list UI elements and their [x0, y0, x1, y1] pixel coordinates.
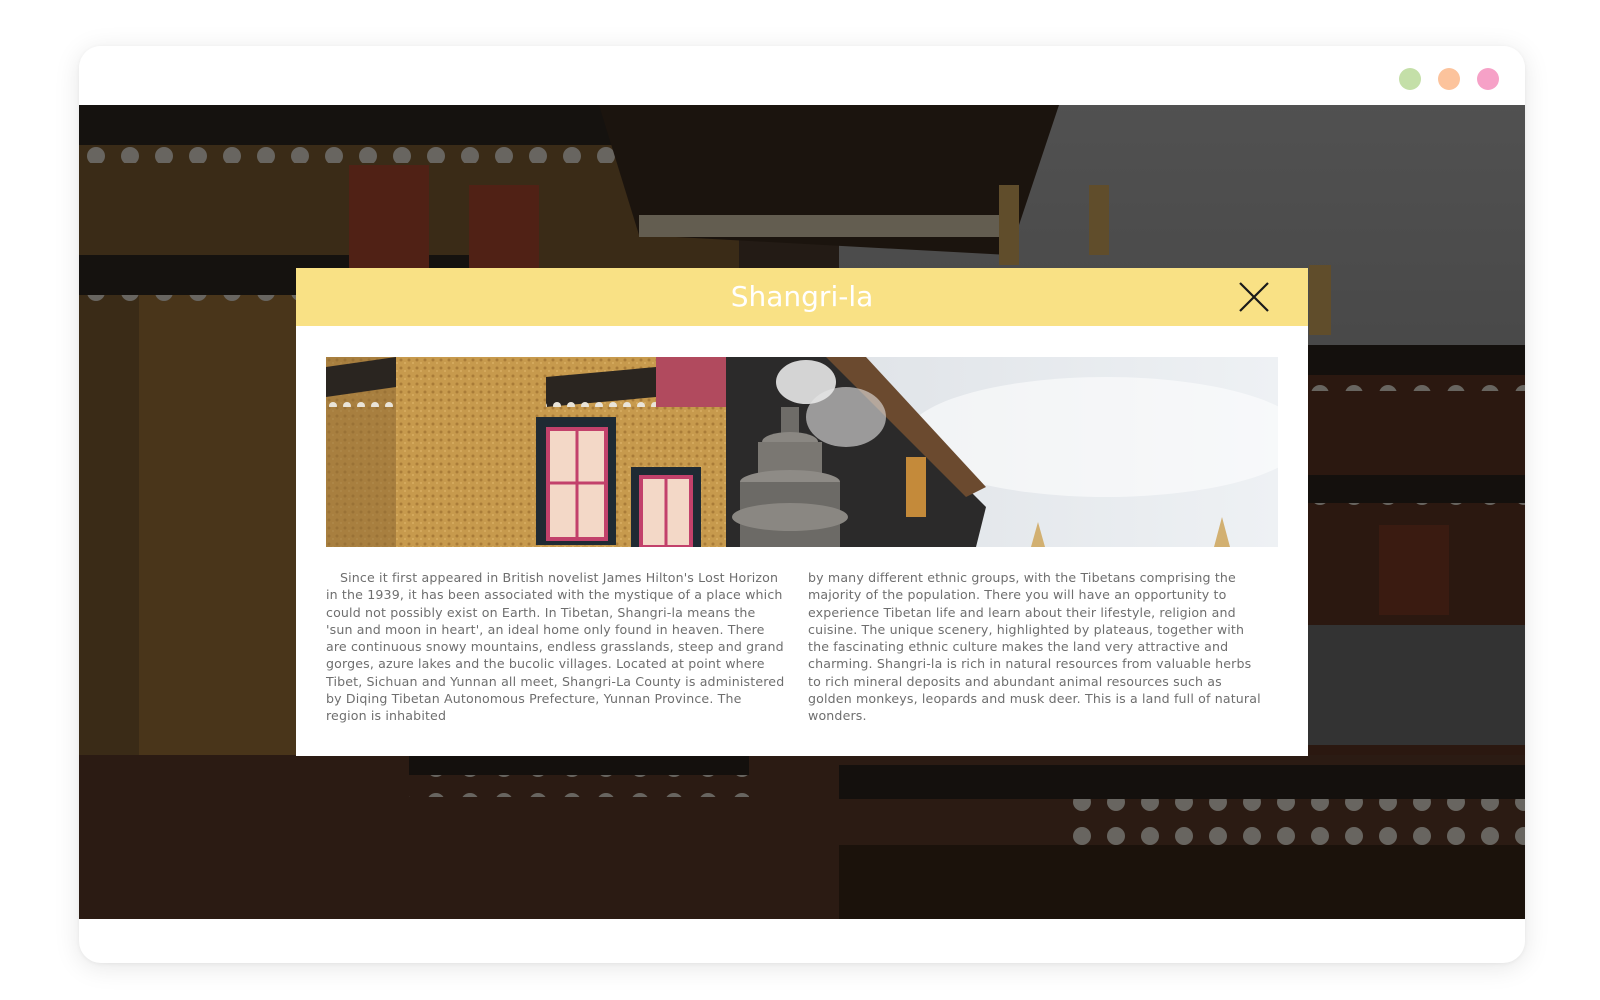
- description-right-column: by many different ethnic groups, with th…: [808, 570, 1261, 724]
- modal-title: Shangri-la: [730, 280, 874, 313]
- window-control-pink[interactable]: [1477, 68, 1499, 90]
- window-titlebar: [79, 46, 1525, 105]
- description-left-column: Since it first appeared in British novel…: [326, 570, 785, 724]
- window-control-green[interactable]: [1399, 68, 1421, 90]
- modal-header: Shangri-la: [296, 268, 1308, 326]
- window-control-orange[interactable]: [1438, 68, 1460, 90]
- close-button[interactable]: [1238, 281, 1270, 313]
- browser-window: Shangri-la Since it first appeared in Br…: [79, 46, 1525, 963]
- info-modal: Shangri-la Since it first appeared in Br…: [296, 268, 1308, 756]
- close-icon: [1239, 282, 1269, 312]
- page-viewport: Shangri-la Since it first appeared in Br…: [79, 105, 1525, 919]
- banner-image: [326, 357, 1278, 547]
